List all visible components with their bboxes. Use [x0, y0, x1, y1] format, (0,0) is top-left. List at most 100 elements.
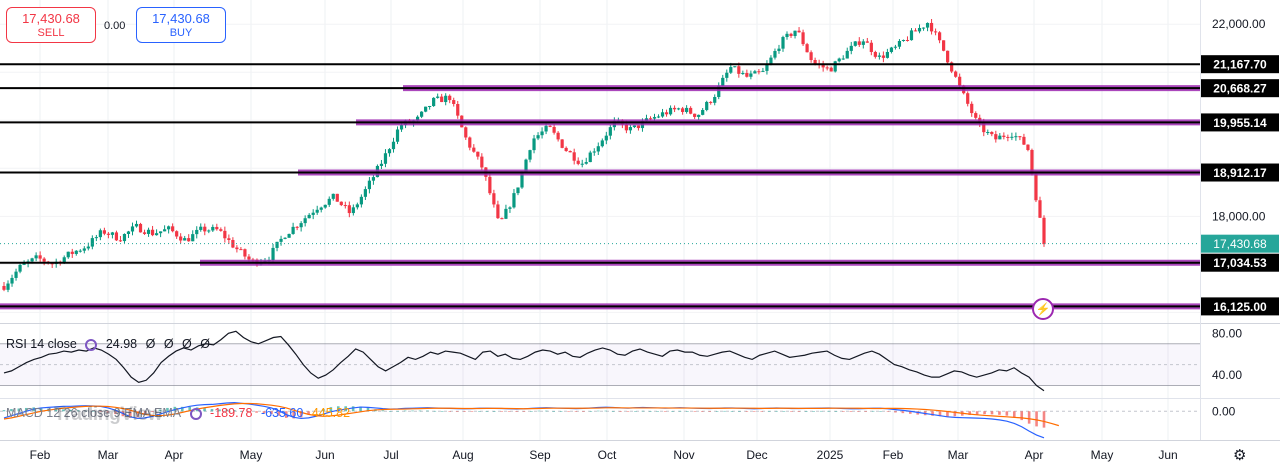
- candle-body: [379, 163, 384, 166]
- candle-body: [897, 40, 902, 47]
- candle-body: [869, 42, 873, 52]
- candle-body: [648, 118, 653, 120]
- candle-body: [452, 100, 456, 105]
- candle-body: [420, 111, 424, 117]
- candle-body: [901, 39, 906, 41]
- rsi-extra: Ø: [163, 337, 174, 351]
- candle-body: [761, 70, 765, 72]
- rsi-extra: Ø: [145, 337, 156, 351]
- candle-body: [130, 226, 135, 232]
- candle-body: [363, 189, 367, 197]
- candle-body: [588, 152, 592, 163]
- macd-histogram-bar: [700, 411, 704, 412]
- candle-body: [307, 214, 311, 219]
- macd-histogram-bar: [715, 411, 719, 412]
- macd-histogram-bar: [1027, 411, 1031, 424]
- macd-histogram-bar: [738, 411, 741, 412]
- candle-body: [781, 37, 785, 49]
- candle-body: [1038, 200, 1042, 218]
- candle-body: [954, 71, 958, 77]
- macd-histogram-bar: [648, 411, 652, 412]
- macd-histogram-bar: [448, 411, 452, 412]
- candle-body: [6, 283, 10, 290]
- sell-label: SELL: [37, 27, 65, 39]
- candle-body: [909, 30, 914, 41]
- sell-button[interactable]: 17,430.68 SELL: [6, 7, 96, 43]
- candle-body: [990, 132, 994, 135]
- macd-histogram-bar: [760, 411, 764, 412]
- macd-histogram-bar: [403, 410, 407, 412]
- price-label: 18,912.17: [1213, 166, 1267, 180]
- candle-body: [122, 233, 127, 242]
- candle-body: [861, 41, 865, 45]
- macd-histogram-bar: [2, 410, 6, 412]
- candle-body: [693, 113, 697, 117]
- x-tick-label: Oct: [598, 448, 617, 462]
- macd-histogram-bar: [1012, 411, 1016, 418]
- macd-histogram-bar: [604, 410, 608, 412]
- macd-histogram-bar: [819, 410, 823, 412]
- candle-body: [596, 146, 600, 152]
- candle-body: [315, 209, 319, 213]
- buy-button[interactable]: 17,430.68 BUY: [136, 7, 226, 43]
- x-tick-label: 2025: [817, 448, 844, 462]
- candle-body: [154, 233, 159, 236]
- candle-body: [853, 41, 857, 46]
- candle-body: [917, 27, 922, 32]
- candle-body: [749, 73, 753, 77]
- candle-body: [592, 151, 596, 153]
- buy-label: BUY: [169, 27, 193, 39]
- candle-body: [243, 249, 247, 257]
- candle-body: [191, 234, 195, 242]
- candle-body: [568, 150, 572, 153]
- candle-body: [966, 93, 970, 104]
- candle-body: [532, 138, 536, 151]
- macd-histogram-bar: [641, 410, 645, 412]
- candle-body: [937, 32, 942, 41]
- candle-body: [986, 132, 990, 134]
- candle-body: [34, 255, 38, 259]
- candle-body: [865, 41, 869, 43]
- macd-histogram-bar: [470, 411, 474, 412]
- gear-icon[interactable]: ⚙: [1233, 446, 1246, 464]
- chart-canvas[interactable]: Feb Mar Apr May Jun Jul Aug Sep Oct Nov Dec 2025 Feb…: [0, 0, 1280, 473]
- macd-histogram-bar: [411, 410, 414, 412]
- candle-body: [974, 113, 978, 118]
- candle-body: [741, 72, 745, 74]
- candle-body: [921, 27, 926, 29]
- x-tick-label: Jul: [383, 448, 398, 462]
- macd-settings-icon[interactable]: [189, 408, 202, 420]
- rsi-legend[interactable]: RSI 14 close 24.98 Ø Ø Ø Ø: [6, 337, 215, 351]
- candle-body: [70, 251, 74, 254]
- macd-histogram-bar: [782, 411, 786, 412]
- candle-body: [211, 226, 215, 231]
- x-tick-label: Jun: [1158, 448, 1177, 462]
- candle-body: [94, 237, 98, 239]
- candle-body: [676, 108, 681, 110]
- candle-body: [572, 152, 576, 161]
- candle-body: [600, 140, 604, 147]
- candle-body: [660, 112, 665, 117]
- macd-histogram-bar: [396, 410, 400, 412]
- candle-body: [697, 114, 701, 117]
- candle-body: [247, 256, 251, 260]
- candle-body: [179, 236, 183, 241]
- candle-body: [472, 147, 476, 152]
- macd-histogram-bar: [567, 411, 570, 412]
- macd-histogram-bar: [596, 410, 600, 412]
- macd-value: -189.78: [210, 406, 253, 420]
- candle-body: [476, 151, 480, 157]
- rsi-value: 24.98: [105, 337, 138, 351]
- candle-body: [283, 237, 287, 239]
- candle-body: [2, 285, 6, 290]
- candle-body: [1026, 144, 1030, 150]
- candle-body: [652, 117, 657, 119]
- candle-body: [1014, 136, 1018, 138]
- candle-body: [998, 135, 1002, 140]
- x-tick-label: Jun: [315, 448, 334, 462]
- rsi-settings-icon[interactable]: [85, 339, 98, 351]
- lightning-icon[interactable]: ⚡: [1032, 298, 1054, 320]
- macd-histogram-bar: [790, 411, 793, 412]
- candle-body: [327, 198, 331, 205]
- macd-histogram-bar: [611, 411, 615, 412]
